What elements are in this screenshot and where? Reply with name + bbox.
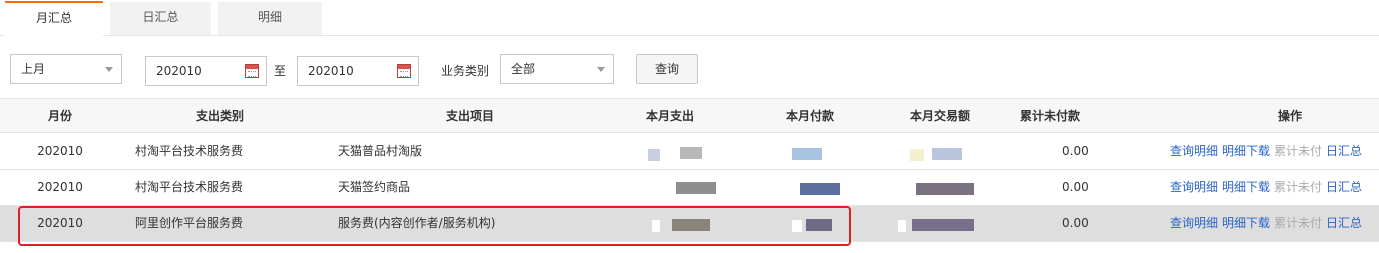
cell-item: 天猫签约商品 <box>338 180 411 194</box>
cell-cumulative-unpaid: 0.00 <box>1062 144 1089 158</box>
row-actions: 查询明细 明细下载 累计未付 日汇总 <box>1170 206 1366 241</box>
tab-monthly-summary[interactable]: 月汇总 <box>5 1 103 36</box>
daily-summary-link[interactable]: 日汇总 <box>1326 180 1362 194</box>
calendar-icon[interactable] <box>397 64 411 78</box>
cell-cumulative-unpaid: 0.00 <box>1062 216 1089 230</box>
table-row: 202010 村淘平台技术服务费 天猫签约商品 0.00 查询明细 明细下载 累计未… <box>0 170 1379 206</box>
tab-daily-summary[interactable]: 日汇总 <box>110 2 211 35</box>
category-select[interactable]: 全部 <box>500 54 614 84</box>
header-cumulative-unpaid: 累计未付款 <box>1019 109 1080 123</box>
row-actions: 查询明细 明细下载 累计未付 日汇总 <box>1170 170 1366 205</box>
table-header: 月份 支出类别 支出项目 本月支出 本月付款 本月交易额 累计未付款 操作 <box>0 98 1379 133</box>
redacted-value <box>932 148 962 160</box>
cumulative-unpaid-link: 累计未付 <box>1274 144 1323 158</box>
header-monthly-turnover: 本月交易额 <box>909 109 970 123</box>
row-actions: 查询明细 明细下载 累计未付 日汇总 <box>1170 134 1366 169</box>
cell-item: 服务费(内容创作者/服务机构) <box>338 216 496 230</box>
cell-category: 阿里创作平台服务费 <box>135 216 244 230</box>
redacted-value <box>806 219 832 231</box>
query-button[interactable]: 查询 <box>636 54 698 84</box>
header-monthly-expense: 本月支出 <box>645 109 694 123</box>
table-row: 202010 村淘平台技术服务费 天猫普品村淘版 0.00 查询明细 明细下载 累计… <box>0 134 1379 170</box>
redacted-value <box>916 183 974 195</box>
query-detail-link[interactable]: 查询明细 <box>1170 180 1218 194</box>
category-select-value: 全部 <box>511 62 536 76</box>
date-to-value: 202010 <box>308 64 354 78</box>
redacted-value <box>912 219 974 231</box>
cell-item: 天猫普品村淘版 <box>338 144 423 158</box>
redacted-value <box>792 148 822 160</box>
tab-details[interactable]: 明细 <box>218 2 322 35</box>
cell-cumulative-unpaid: 0.00 <box>1062 180 1089 194</box>
download-detail-link[interactable]: 明细下载 <box>1222 180 1270 194</box>
period-select[interactable]: 上月 <box>10 54 122 84</box>
cell-month: 202010 <box>37 216 83 230</box>
daily-summary-link[interactable]: 日汇总 <box>1326 216 1362 230</box>
redacted-value <box>910 149 924 161</box>
to-label: 至 <box>274 64 287 78</box>
daily-summary-link[interactable]: 日汇总 <box>1326 144 1362 158</box>
header-category: 支出类别 <box>195 109 244 123</box>
redacted-value <box>792 220 802 232</box>
cell-category: 村淘平台技术服务费 <box>135 144 244 158</box>
header-month: 月份 <box>47 109 72 123</box>
chevron-down-icon <box>105 67 113 72</box>
redacted-value <box>676 182 716 194</box>
tab-bar: 月汇总 日汇总 明细 <box>0 0 1379 36</box>
download-detail-link[interactable]: 明细下载 <box>1222 144 1270 158</box>
cumulative-unpaid-link: 累计未付 <box>1274 180 1323 194</box>
header-item: 支出项目 <box>445 109 494 123</box>
redacted-value <box>652 220 660 232</box>
redacted-value <box>680 147 702 159</box>
date-from-input[interactable]: 202010 <box>145 56 267 86</box>
date-from-value: 202010 <box>156 64 202 78</box>
filter-bar: 上月 202010 至 202010 业务类别 全部 查询 <box>0 44 1379 96</box>
redacted-value <box>672 219 710 231</box>
chevron-down-icon <box>597 67 605 72</box>
cell-category: 村淘平台技术服务费 <box>135 180 244 194</box>
header-actions: 操作 <box>1277 109 1302 123</box>
redacted-value <box>800 183 840 195</box>
date-to-input[interactable]: 202010 <box>297 56 419 86</box>
query-detail-link[interactable]: 查询明细 <box>1170 144 1218 158</box>
category-label: 业务类别 <box>441 64 490 78</box>
cell-month: 202010 <box>37 144 83 158</box>
header-monthly-payment: 本月付款 <box>785 109 834 123</box>
query-detail-link[interactable]: 查询明细 <box>1170 216 1218 230</box>
period-select-value: 上月 <box>21 62 46 76</box>
redacted-value <box>898 220 906 232</box>
cumulative-unpaid-link: 累计未付 <box>1274 216 1323 230</box>
download-detail-link[interactable]: 明细下载 <box>1222 216 1270 230</box>
redacted-value <box>648 149 660 161</box>
table-row-selected: 202010 阿里创作平台服务费 服务费(内容创作者/服务机构) 0.00 查询… <box>0 206 1379 242</box>
calendar-icon[interactable] <box>245 64 259 78</box>
cell-month: 202010 <box>37 180 83 194</box>
